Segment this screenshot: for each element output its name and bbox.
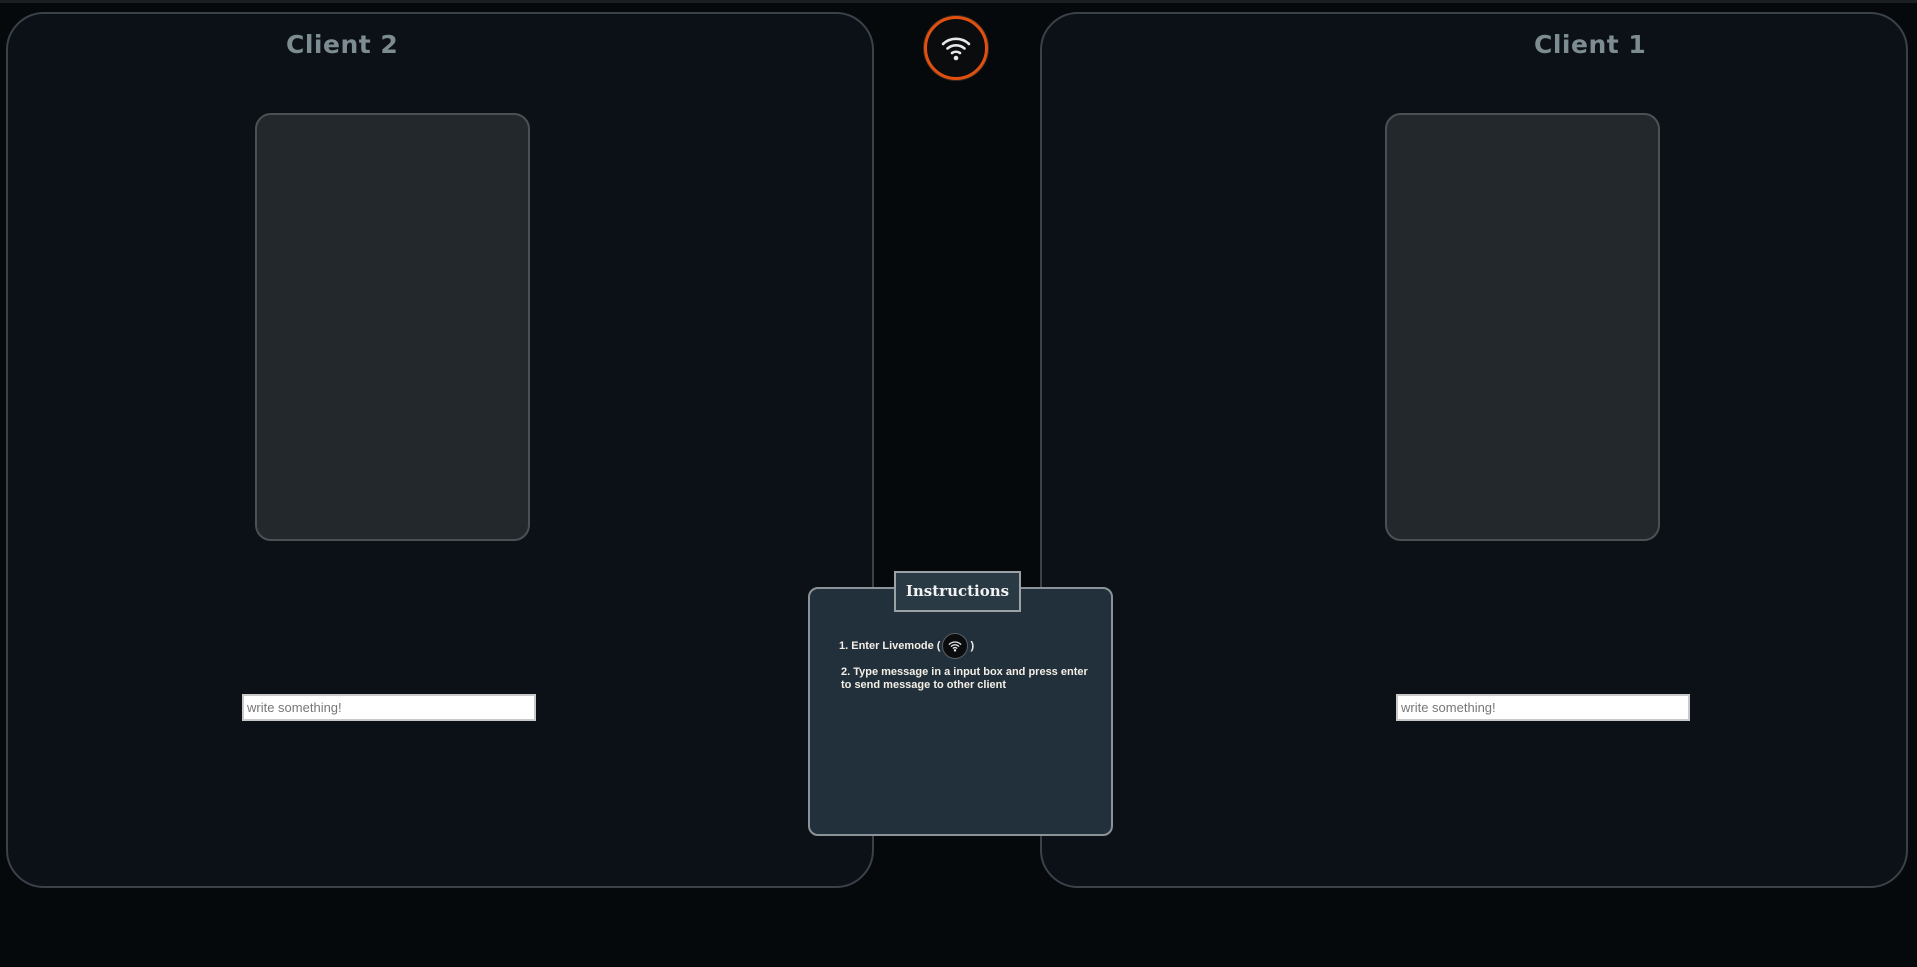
instructions-title: Instructions	[894, 571, 1021, 612]
wifi-icon	[941, 37, 971, 61]
livemode-mini-icon	[942, 633, 969, 659]
client-1-message-input[interactable]	[1396, 694, 1690, 721]
instruction-step-1: 1. Enter Livemode ( )	[839, 633, 974, 659]
livemode-button[interactable]	[924, 16, 988, 80]
instruction-step-2: 2. Type message in a input box and press…	[841, 666, 1088, 691]
instruction-step-1-suffix: )	[970, 639, 975, 652]
wifi-icon	[949, 641, 962, 652]
client-1-panel: Client 1	[1040, 12, 1908, 888]
top-divider	[0, 0, 1917, 3]
client-2-title: Client 2	[286, 30, 399, 59]
client-2-message-input[interactable]	[242, 694, 536, 721]
client-1-title: Client 1	[1534, 30, 1647, 59]
instructions-panel	[808, 587, 1113, 836]
client-1-message-area	[1385, 113, 1660, 541]
client-2-message-area	[255, 113, 530, 541]
instruction-step-1-text: 1. Enter Livemode (	[839, 639, 941, 652]
client-2-panel: Client 2	[6, 12, 874, 888]
